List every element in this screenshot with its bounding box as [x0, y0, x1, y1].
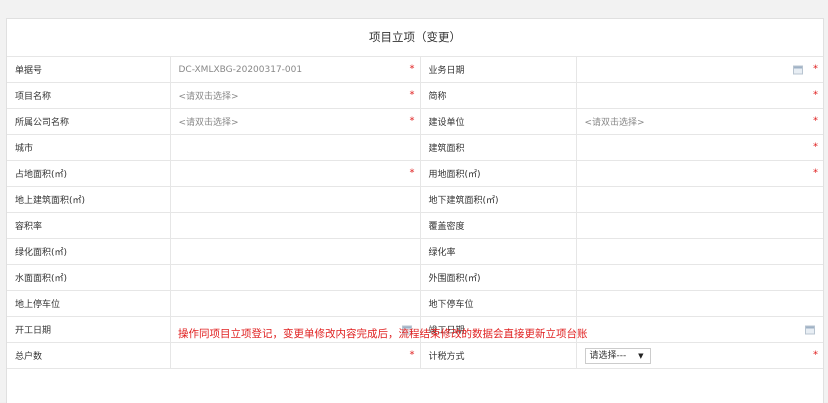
field-value[interactable] [169, 290, 421, 317]
required-mark: * [813, 348, 818, 360]
field-label: 总户数 [7, 342, 171, 369]
field-label: 简称 [419, 82, 577, 109]
field-value-text: <请双击选择> [584, 118, 645, 128]
field-label: 占地面积(㎡) [7, 160, 171, 187]
field-value[interactable]: * [575, 134, 823, 161]
required-mark: * [409, 88, 415, 100]
field-value[interactable] [169, 186, 421, 213]
notice-text: 操作同项目立项登记，变更单修改内容完成后，流程结束修改的数据会直接更新立项台账 [178, 328, 588, 340]
field-value[interactable]: 请选择--- ▼ * [575, 342, 823, 369]
field-label: 开工日期 [7, 316, 171, 343]
required-mark: * [813, 88, 818, 100]
field-label: 容积率 [7, 212, 171, 239]
field-value[interactable]: * [169, 160, 421, 187]
field-value[interactable]: * [169, 342, 421, 369]
field-value[interactable] [575, 264, 823, 291]
field-value[interactable] [169, 264, 421, 291]
required-mark: * [409, 114, 415, 126]
field-label: 单据号 [7, 57, 171, 83]
field-label: 外围面积(㎡) [419, 264, 577, 291]
field-label: 覆盖密度 [419, 212, 577, 239]
field-label: 地上建筑面积(㎡) [7, 186, 171, 213]
field-label: 城市 [7, 134, 171, 161]
field-value[interactable] [575, 212, 823, 239]
field-value-text: <请双击选择> [178, 92, 239, 102]
field-label: 计税方式 [419, 342, 577, 369]
form-row: 城市 建筑面积 * [7, 134, 823, 161]
field-label: 业务日期 [419, 57, 577, 83]
form-title: 项目立项（变更） [7, 19, 823, 57]
field-value[interactable] [169, 134, 421, 161]
field-label: 绿化面积(㎡) [7, 238, 171, 265]
project-approval-change-form: 项目立项（变更） 单据号 DC-XMLXBG-20200317-001 * 业务日期 *… [6, 18, 824, 403]
form-row: 所属公司名称 <请双击选择> * 建设单位 <请双击选择> * [7, 108, 823, 135]
required-mark: * [813, 62, 818, 74]
field-label: 所属公司名称 [7, 108, 171, 135]
required-mark: * [409, 62, 415, 74]
form-row: 单据号 DC-XMLXBG-20200317-001 * 业务日期 * [7, 57, 823, 83]
field-label: 水面面积(㎡) [7, 264, 171, 291]
form-row: 水面面积(㎡) 外围面积(㎡) [7, 264, 823, 291]
form-table: 单据号 DC-XMLXBG-20200317-001 * 业务日期 * 项目名称 <请双击选… [7, 57, 823, 369]
required-mark: * [409, 348, 415, 360]
field-value-text: DC-XMLXBG-20200317-001 [178, 64, 303, 75]
field-value[interactable]: <请双击选择> * [575, 108, 823, 135]
form-row: 总户数 * 计税方式 请选择--- ▼ * [7, 342, 823, 369]
field-label: 项目名称 [7, 82, 171, 109]
form-row: 绿化面积(㎡) 绿化率 [7, 238, 823, 265]
calendar-icon[interactable] [805, 325, 815, 334]
page-background: 项目立项（变更） 单据号 DC-XMLXBG-20200317-001 * 业务日期 *… [0, 0, 828, 403]
required-mark: * [813, 114, 818, 126]
select-value: 请选择--- [589, 350, 627, 361]
form-row: 占地面积(㎡) * 用地面积(㎡) * [7, 160, 823, 187]
field-label: 地下建筑面积(㎡) [419, 186, 577, 213]
required-mark: * [409, 166, 415, 178]
field-value[interactable] [575, 316, 823, 343]
form-row: 地上建筑面积(㎡) 地下建筑面积(㎡) [7, 186, 823, 213]
field-value[interactable] [575, 238, 823, 265]
field-label: 用地面积(㎡) [419, 160, 577, 187]
required-mark: * [813, 140, 818, 152]
field-value[interactable]: DC-XMLXBG-20200317-001 * [169, 57, 421, 83]
field-label: 绿化率 [419, 238, 577, 265]
field-value[interactable]: * [575, 82, 823, 109]
field-value-text: <请双击选择> [178, 118, 239, 128]
field-label: 地上停车位 [7, 290, 171, 317]
field-value[interactable] [169, 238, 421, 265]
chevron-down-icon: ▼ [638, 351, 644, 360]
field-label: 地下停车位 [419, 290, 577, 317]
field-value[interactable]: * [575, 160, 823, 187]
form-row: 容积率 覆盖密度 [7, 212, 823, 239]
required-mark: * [813, 166, 818, 178]
field-value[interactable]: <请双击选择> * [169, 108, 421, 135]
field-value[interactable]: <请双击选择> * [169, 82, 421, 109]
field-label: 建设单位 [419, 108, 577, 135]
field-value[interactable] [169, 212, 421, 239]
field-label: 建筑面积 [419, 134, 577, 161]
calendar-icon[interactable] [793, 65, 803, 74]
field-value[interactable] [575, 186, 823, 213]
tax-method-select[interactable]: 请选择--- ▼ [584, 347, 651, 364]
form-row: 地上停车位 地下停车位 [7, 290, 823, 317]
form-row: 项目名称 <请双击选择> * 简称 * [7, 82, 823, 109]
field-value[interactable]: * [575, 57, 823, 83]
field-value[interactable] [575, 290, 823, 317]
